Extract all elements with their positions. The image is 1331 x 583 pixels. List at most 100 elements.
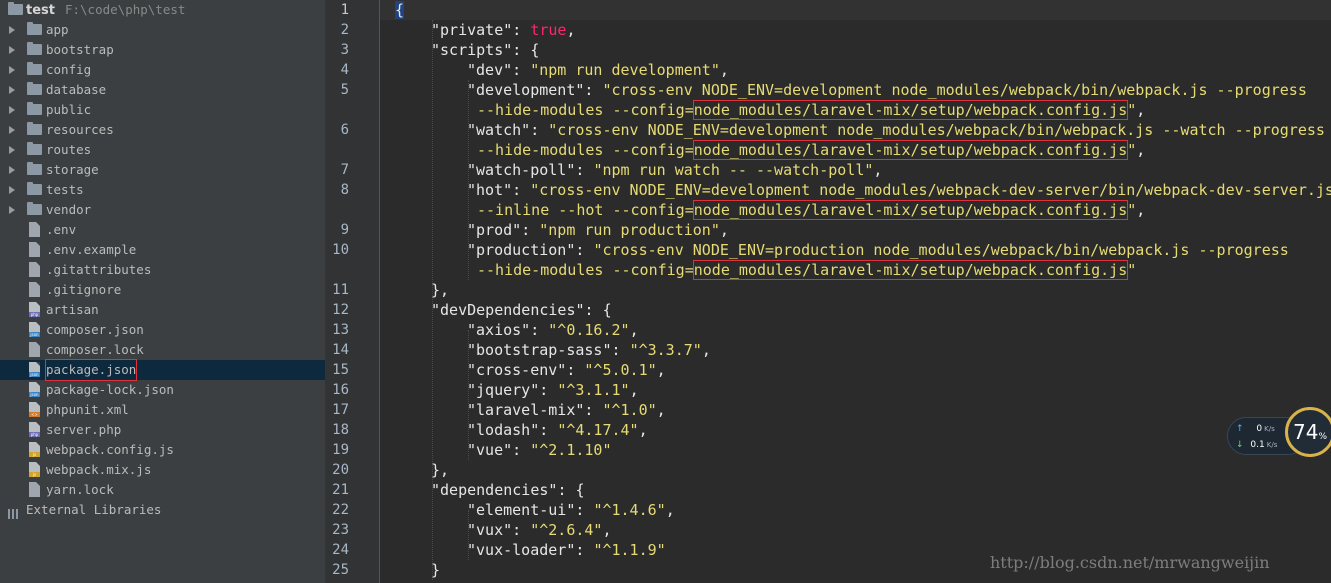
code-line[interactable]: "element-ui": "^1.4.6", [467,500,675,520]
tree-folder-storage[interactable]: storage [0,160,325,180]
chevron-right-icon[interactable] [9,126,15,134]
folder-icon [27,142,42,155]
tree-folder-app[interactable]: app [0,20,325,40]
file-icon: js [29,462,40,477]
tree-file-gitignore[interactable]: .gitignore [0,280,325,300]
tree-folder-tests[interactable]: tests [0,180,325,200]
tree-folder-resources[interactable]: resources [0,120,325,140]
code-line[interactable]: "lodash": "^4.17.4", [467,420,648,440]
tree-file-yarn-lock[interactable]: yarn.lock [0,480,325,500]
code-token: "watch" [467,121,531,139]
tree-external-libraries[interactable]: External Libraries [0,500,325,520]
code-line[interactable]: "private": true, [431,20,576,40]
code-line[interactable]: "production": "cross-env NODE_ENV=produc… [467,240,1289,260]
tree-item-label: External Libraries [26,502,162,517]
code-token: "vux" [467,521,513,539]
code-token: { [395,1,405,19]
chevron-right-icon[interactable] [9,166,15,174]
tree-file-phpunit-xml[interactable]: <> phpunit.xml [0,400,325,420]
tree-file-server-php[interactable]: php server.php [0,420,325,440]
code-line[interactable]: "dependencies": { [431,480,585,500]
chevron-right-icon[interactable] [9,86,15,94]
chevron-right-icon[interactable] [9,26,15,34]
chevron-right-icon[interactable] [9,146,15,154]
tree-item-label: routes [46,142,92,157]
code-token: "jquery" [467,381,540,399]
code-line[interactable]: --inline --hot --config=node_modules/lar… [477,200,1145,220]
code-token: , [629,381,639,399]
code-line[interactable]: "vux": "^2.6.4", [467,520,612,540]
code-line[interactable]: }, [431,460,449,480]
tree-file-composer-lock[interactable]: composer.lock [0,340,325,360]
line-number: 11 [332,282,349,298]
code-line[interactable]: "laravel-mix": "^1.0", [467,400,666,420]
code-line[interactable]: "cross-env": "^5.0.1", [467,360,666,380]
code-token: , [602,521,612,539]
project-name: test [26,3,55,18]
code-token: "prod" [467,221,522,239]
upload-speed: 0 [1256,424,1263,434]
code-line[interactable]: "vux-loader": "^1.1.9" [467,540,666,560]
project-root[interactable]: test F:\code\php\test [0,0,325,20]
line-number: 7 [340,162,349,178]
usage-unit: % [1318,432,1327,442]
code-line[interactable]: { [395,0,405,20]
code-line[interactable]: "devDependencies": { [431,300,612,320]
code-line[interactable]: "watch-poll": "npm run watch -- --watch-… [467,160,882,180]
network-speed-widget[interactable]: ↑ 0 K/s ↓ 0.1 K/s 74% [1227,407,1331,457]
line-number: 13 [332,322,349,338]
tree-file-package-lock-json[interactable]: json package-lock.json [0,380,325,400]
tree-folder-database[interactable]: database [0,80,325,100]
code-line[interactable]: "development": "cross-env NODE_ENV=devel… [467,80,1307,100]
tree-folder-vendor[interactable]: vendor [0,200,325,220]
code-editor[interactable]: { "private": true, "scripts": {"dev": "npm… [380,0,1331,583]
chevron-right-icon[interactable] [9,186,15,194]
code-line[interactable]: --hide-modules --config=node_modules/lar… [477,140,1145,160]
tree-file-webpack-mix-js[interactable]: js webpack.mix.js [0,460,325,480]
folder-icon [27,162,42,175]
file-icon [29,482,40,497]
chevron-right-icon[interactable] [9,106,15,114]
code-token: }, [431,281,450,299]
tree-file-env[interactable]: .env [0,220,325,240]
tree-file-gitattributes[interactable]: .gitattributes [0,260,325,280]
line-number: 12 [332,302,349,318]
tree-file-composer-json[interactable]: json composer.json [0,320,325,340]
code-line[interactable]: } [431,560,440,580]
code-line[interactable]: "axios": "^0.16.2", [467,320,639,340]
tree-file-package-json[interactable]: json package.json [0,359,325,381]
code-line[interactable]: --hide-modules --config=node_modules/lar… [477,100,1145,120]
code-line[interactable]: "prod": "npm run production", [467,220,729,240]
tree-folder-bootstrap[interactable]: bootstrap [0,40,325,60]
code-line[interactable]: "dev": "npm run development", [467,60,729,80]
line-number: 2 [340,22,349,38]
tree-item-label: composer.lock [46,342,144,357]
code-line[interactable]: "jquery": "^3.1.1", [467,380,639,400]
folder-icon [8,2,23,15]
code-token: "devDependencies" [431,301,585,319]
chevron-right-icon[interactable] [9,206,15,214]
code-token: " [1127,141,1137,159]
chevron-right-icon[interactable] [9,66,15,74]
code-line[interactable]: "scripts": { [431,40,539,60]
tree-folder-config[interactable]: config [0,60,325,80]
tree-file-env-example[interactable]: .env.example [0,240,325,260]
code-line[interactable]: "hot": "cross-env NODE_ENV=development n… [467,180,1331,200]
code-line[interactable]: --hide-modules --config=node_modules/lar… [477,260,1136,280]
tree-folder-public[interactable]: public [0,100,325,120]
chevron-right-icon[interactable] [9,46,15,54]
tree-file-artisan[interactable]: php artisan [0,300,325,320]
code-token: : [512,61,531,79]
tree-folder-routes[interactable]: routes [0,140,325,160]
code-line[interactable]: "vue": "^2.1.10" [467,440,612,460]
code-token: "^3.1.1" [557,381,630,399]
highlighted-config-path: node_modules/laravel-mix/setup/webpack.c… [692,260,1129,280]
code-line[interactable]: }, [431,280,449,300]
code-line[interactable]: "bootstrap-sass": "^3.3.7", [467,340,711,360]
line-number: 21 [332,482,349,498]
upload-arrow-icon: ↑ [1236,424,1244,434]
tree-file-webpack-config-js[interactable]: js webpack.config.js [0,440,325,460]
tree-item-label: resources [46,122,114,137]
folder-icon [27,62,42,75]
code-line[interactable]: "watch": "cross-env NODE_ENV=development… [467,120,1325,140]
